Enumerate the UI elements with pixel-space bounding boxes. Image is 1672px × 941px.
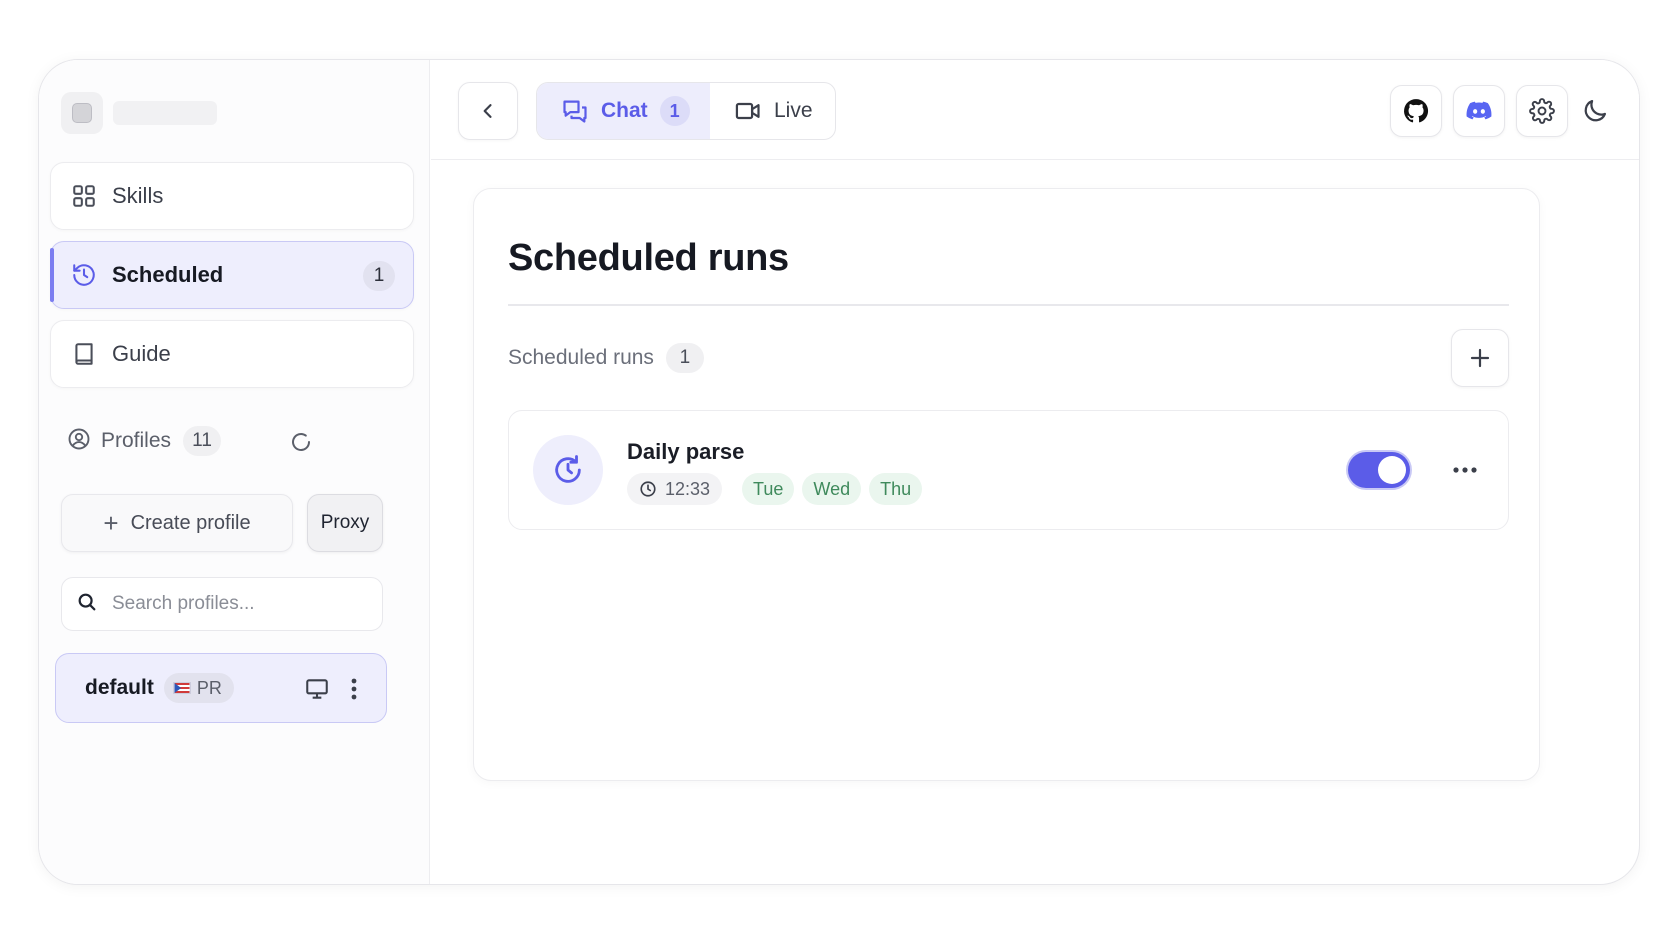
run-item[interactable]: Daily parse 12:33 Tue Wed Thu [508,410,1509,530]
section-header: Scheduled runs 1 [508,343,704,373]
run-schedule: 12:33 Tue Wed Thu [627,473,930,505]
profiles-header: Profiles 11 [67,423,222,459]
section-label: Scheduled runs [508,346,654,369]
back-button[interactable] [458,82,518,140]
sidebar-item-label: Scheduled [112,262,224,287]
day-badge: Tue [742,473,795,505]
sidebar-item-skills[interactable]: Skills [50,162,414,230]
more-vertical-icon[interactable] [344,676,364,702]
refresh-icon[interactable] [289,430,313,454]
more-horizontal-icon[interactable] [1450,455,1480,485]
tab-chat[interactable]: Chat 1 [537,83,710,139]
discord-button[interactable] [1453,85,1505,137]
run-avatar [533,435,603,505]
count-badge: 1 [363,261,395,291]
chevron-left-icon [483,104,492,118]
create-profile-button[interactable]: + Create profile [61,494,293,552]
tab-live[interactable]: Live [710,83,835,139]
theme-toggle-button[interactable] [1575,85,1615,137]
run-time-value: 12:33 [665,478,711,499]
video-camera-icon [735,102,760,120]
sidebar-item-scheduled[interactable]: Scheduled 1 [50,241,414,309]
add-run-button[interactable] [1451,329,1509,387]
settings-button[interactable] [1516,85,1568,137]
region-badge: PR [163,673,234,703]
profiles-label: Profiles [101,429,172,452]
gear-icon [1529,98,1555,124]
plus-icon: + [103,507,119,538]
discord-icon [1466,101,1492,120]
github-icon [1404,99,1429,123]
scheduled-runs-panel: Scheduled runs Scheduled runs 1 Daily pa… [473,188,1540,781]
moon-icon [1584,99,1607,122]
sidebar-item-label: Guide [112,341,171,366]
plus-icon [1470,348,1490,368]
sidebar: Skills Scheduled 1 Guide Profiles 11 + C… [39,60,430,884]
grid-icon [70,182,98,210]
region-code: PR [196,677,222,698]
section-count: 1 [665,343,704,373]
history-icon [70,261,98,289]
app-logo [61,92,103,134]
proxy-button[interactable]: Proxy [307,494,383,552]
app-window: Skills Scheduled 1 Guide Profiles 11 + C… [38,59,1640,885]
topbar: Chat 1 Live [431,60,1639,160]
day-badge: Wed [802,473,862,505]
sidebar-item-label: Skills [112,183,164,208]
sidebar-item-guide[interactable]: Guide [50,320,414,388]
search-profiles [61,577,383,631]
search-input[interactable] [112,593,372,615]
app-name-placeholder [113,101,217,125]
run-enabled-toggle[interactable] [1348,452,1410,488]
run-name: Daily parse [627,439,745,464]
page-title: Scheduled runs [508,237,789,279]
search-icon [76,591,98,618]
tab-label: Chat [601,99,648,122]
chat-bubbles-icon [563,100,587,123]
user-circle-icon [67,427,91,456]
create-profile-label: Create profile [130,511,251,534]
profiles-count: 11 [183,426,222,456]
profile-item-default[interactable]: default PR [55,653,387,723]
view-tabs: Chat 1 Live [536,82,836,140]
day-badge: Thu [869,473,923,505]
flag-icon [172,682,191,694]
monitor-icon[interactable] [304,676,330,702]
tab-label: Live [774,99,813,122]
divider [508,304,1509,306]
clock-icon [640,481,656,497]
tab-badge: 1 [659,96,690,126]
github-button[interactable] [1390,85,1442,137]
run-time: 12:33 [627,473,723,505]
refresh-clock-icon [555,455,581,483]
profile-name: default [85,676,154,699]
book-icon [70,340,98,368]
